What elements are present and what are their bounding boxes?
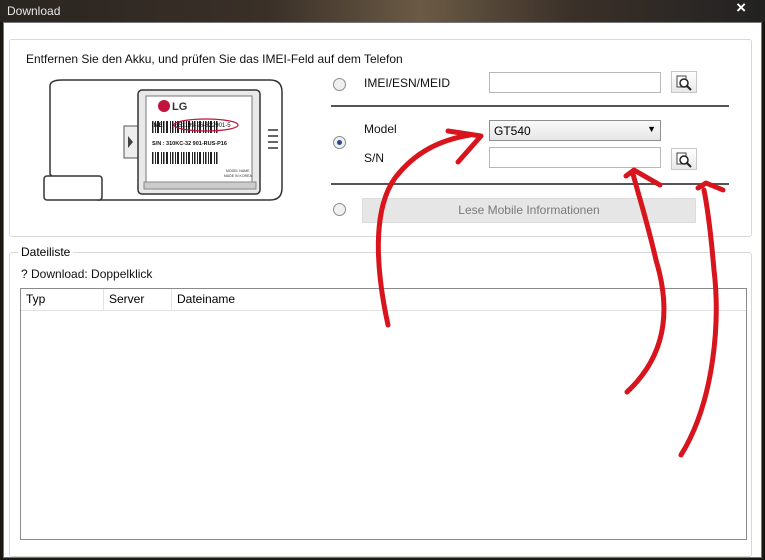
phone-label-model: MODEL NAME	[226, 169, 250, 173]
imei-label: IMEI/ESN/MEID	[364, 76, 451, 90]
sn-input[interactable]	[489, 147, 661, 168]
filelist-legend: Dateiliste	[18, 245, 74, 259]
file-list-header: Typ Server Dateiname	[21, 289, 746, 311]
magnifier-icon	[676, 75, 692, 91]
phone-label-made-in: MADE IN KOREA	[224, 174, 252, 178]
file-list[interactable]: Typ Server Dateiname	[20, 288, 747, 540]
download-dialog: Entfernen Sie den Akku, und prüfen Sie d…	[3, 22, 762, 558]
imei-input[interactable]	[489, 72, 661, 93]
chevron-down-icon: ▼	[647, 124, 656, 134]
download-hint: ? Download: Doppelklick	[21, 267, 153, 281]
divider-top	[331, 105, 729, 107]
column-header-filename[interactable]: Dateiname	[172, 289, 272, 310]
phone-label-brand: LG	[172, 101, 187, 113]
column-header-server[interactable]: Server	[104, 289, 172, 310]
read-mobile-info-button[interactable]: Lese Mobile Informationen	[362, 198, 696, 223]
model-select[interactable]: GT540 ▼	[489, 120, 661, 141]
column-header-type[interactable]: Typ	[21, 289, 104, 310]
imei-radio[interactable]	[333, 78, 346, 91]
window-title: Download	[7, 4, 61, 18]
instruction-text: Entfernen Sie den Akku, und prüfen Sie d…	[26, 52, 403, 66]
phone-battery-illustration: LG IMEI 351199-26-322901-5 S/N : 310KC-3…	[43, 79, 283, 201]
phone-label-sn: S/N : 310KC-32 901-RUS-P16	[152, 141, 227, 147]
sn-search-button[interactable]	[671, 148, 697, 170]
magnifier-icon	[676, 152, 692, 168]
model-radio[interactable]	[333, 136, 346, 149]
read-info-radio[interactable]	[333, 203, 346, 216]
sn-label: S/N	[364, 151, 385, 165]
phone-label-imei-value: 351199-26-322901-5	[175, 123, 231, 129]
title-bar: Download ×	[0, 0, 765, 22]
phone-label-imei: IMEI	[152, 123, 165, 129]
imei-search-button[interactable]	[671, 71, 697, 93]
divider-bottom	[331, 183, 729, 185]
model-label: Model	[364, 122, 397, 136]
close-icon[interactable]: ×	[736, 0, 746, 18]
model-select-value: GT540	[494, 124, 531, 138]
